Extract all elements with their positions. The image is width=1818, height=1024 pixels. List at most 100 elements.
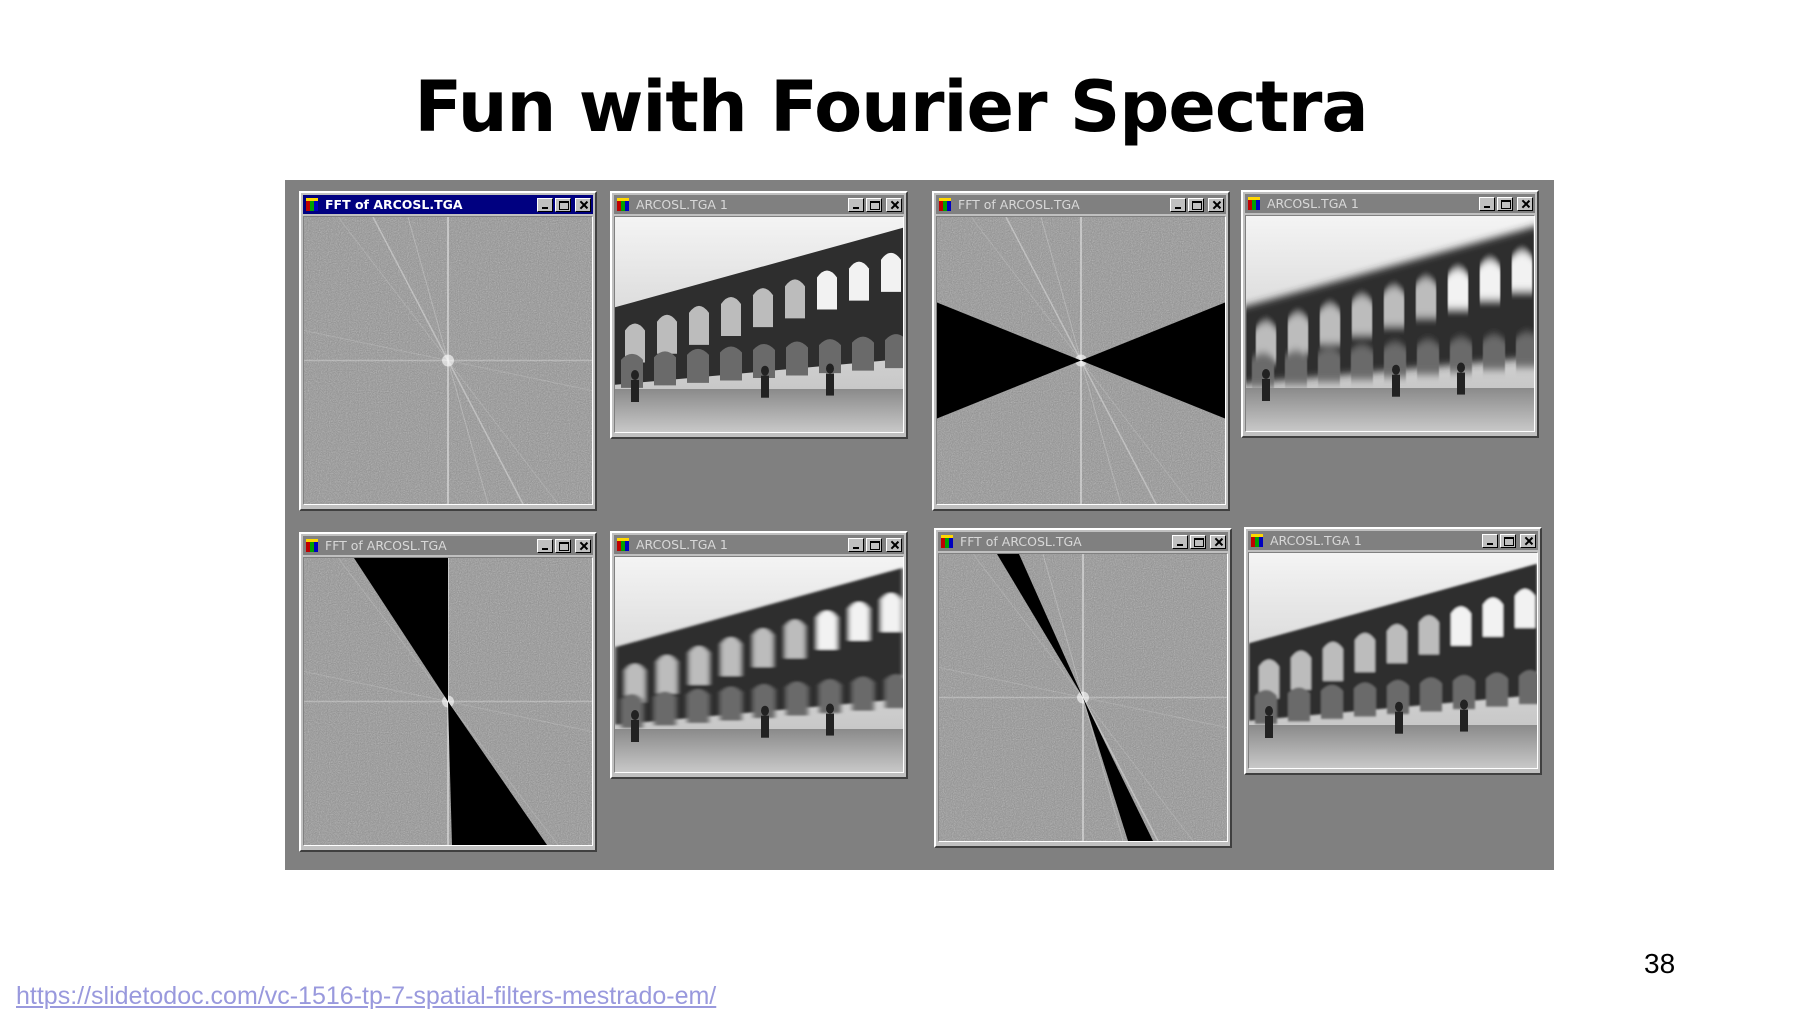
maximize-icon[interactable] bbox=[866, 197, 882, 212]
lower-arch bbox=[654, 351, 676, 386]
upper-arch bbox=[1515, 588, 1535, 628]
maximize-icon[interactable] bbox=[1190, 534, 1206, 549]
lower-arch bbox=[1420, 677, 1442, 712]
maximize-icon[interactable] bbox=[555, 197, 571, 212]
lower-arch bbox=[1417, 340, 1439, 375]
lower-arch bbox=[687, 688, 709, 723]
lower-arch bbox=[1318, 347, 1340, 382]
upper-arch bbox=[1355, 633, 1375, 673]
slide-title: Fun with Fourier Spectra bbox=[414, 66, 1368, 148]
fft-spectrum-canvas bbox=[303, 557, 593, 846]
pedestrian-head bbox=[631, 370, 639, 380]
upper-arch bbox=[689, 645, 709, 685]
close-icon[interactable] bbox=[1208, 197, 1224, 212]
upper-arch bbox=[1483, 597, 1503, 637]
fft-window[interactable]: FFT of ARCOSL.TGA bbox=[934, 528, 1232, 848]
minimize-icon[interactable] bbox=[1172, 534, 1188, 549]
close-icon[interactable] bbox=[886, 197, 902, 212]
close-icon[interactable] bbox=[575, 538, 591, 553]
fft-dc-peak bbox=[442, 354, 454, 367]
photo-canvas bbox=[614, 216, 904, 433]
pedestrian-body bbox=[1262, 379, 1270, 401]
photo-ground bbox=[615, 389, 903, 432]
upper-arch bbox=[657, 314, 677, 354]
upper-arch bbox=[849, 601, 869, 641]
image-window[interactable]: ARCOSL.TGA 1 bbox=[610, 191, 908, 439]
window-titlebar[interactable]: ARCOSL.TGA 1 bbox=[1245, 194, 1535, 213]
minimize-icon[interactable] bbox=[537, 197, 553, 212]
minimize-icon[interactable] bbox=[1482, 533, 1498, 548]
pedestrian-body bbox=[1457, 372, 1465, 395]
fft-window[interactable]: FFT of ARCOSL.TGA bbox=[299, 191, 597, 511]
image-window[interactable]: ARCOSL.TGA 1 bbox=[610, 531, 908, 779]
upper-arch bbox=[785, 619, 805, 659]
lower-arch bbox=[885, 674, 903, 709]
close-icon[interactable] bbox=[1210, 534, 1226, 549]
maximize-icon[interactable] bbox=[555, 538, 571, 553]
image-window[interactable]: ARCOSL.TGA 1 bbox=[1244, 527, 1542, 775]
upper-arch bbox=[721, 297, 741, 337]
pedestrian-body bbox=[631, 380, 639, 402]
pedestrian-body bbox=[1392, 374, 1400, 397]
close-icon[interactable] bbox=[1520, 533, 1536, 548]
fft-spectrum-canvas bbox=[303, 216, 593, 505]
minimize-icon[interactable] bbox=[848, 197, 864, 212]
maximize-icon[interactable] bbox=[866, 537, 882, 552]
window-title: FFT of ARCOSL.TGA bbox=[958, 197, 1080, 212]
pedestrian-head bbox=[1262, 369, 1270, 379]
photo-canvas bbox=[1248, 552, 1538, 769]
pedestrian-body bbox=[826, 373, 834, 396]
upper-arch bbox=[817, 610, 837, 650]
lower-arch bbox=[720, 346, 742, 381]
upper-arch bbox=[657, 654, 677, 694]
fft-spectrum-canvas bbox=[938, 553, 1228, 842]
paint-app-icon bbox=[941, 534, 953, 548]
pedestrian-head bbox=[761, 365, 769, 376]
pedestrian-head bbox=[1460, 699, 1468, 710]
fft-window[interactable]: FFT of ARCOSL.TGA bbox=[299, 532, 597, 852]
pedestrian-head bbox=[826, 363, 834, 374]
paint-app-icon bbox=[306, 197, 318, 211]
window-titlebar[interactable]: ARCOSL.TGA 1 bbox=[614, 535, 904, 554]
image-window[interactable]: ARCOSL.TGA 1 bbox=[1241, 190, 1539, 438]
upper-arch bbox=[1323, 641, 1343, 681]
upper-arch bbox=[1352, 296, 1372, 336]
upper-arch bbox=[1320, 304, 1340, 344]
paint-app-icon bbox=[617, 537, 629, 551]
window-titlebar[interactable]: ARCOSL.TGA 1 bbox=[614, 195, 904, 214]
maximize-icon[interactable] bbox=[1500, 533, 1516, 548]
minimize-icon[interactable] bbox=[1170, 197, 1186, 212]
upper-arch bbox=[1291, 650, 1311, 690]
paint-app-icon bbox=[939, 197, 951, 211]
minimize-icon[interactable] bbox=[1479, 196, 1495, 211]
pedestrian-head bbox=[1457, 362, 1465, 373]
window-title: FFT of ARCOSL.TGA bbox=[960, 534, 1082, 549]
lower-arch bbox=[885, 334, 903, 369]
window-titlebar[interactable]: FFT of ARCOSL.TGA bbox=[303, 195, 593, 214]
upper-arch bbox=[1480, 260, 1500, 300]
maximize-icon[interactable] bbox=[1497, 196, 1513, 211]
close-icon[interactable] bbox=[1517, 196, 1533, 211]
minimize-icon[interactable] bbox=[848, 537, 864, 552]
upper-arch bbox=[1416, 278, 1436, 318]
window-titlebar[interactable]: FFT of ARCOSL.TGA bbox=[303, 536, 593, 555]
window-titlebar[interactable]: FFT of ARCOSL.TGA bbox=[938, 532, 1228, 551]
window-titlebar[interactable]: FFT of ARCOSL.TGA bbox=[936, 195, 1226, 214]
close-icon[interactable] bbox=[575, 197, 591, 212]
pedestrian-body bbox=[1460, 709, 1468, 732]
lower-arch bbox=[654, 691, 676, 726]
pedestrian-head bbox=[631, 710, 639, 720]
maximize-icon[interactable] bbox=[1188, 197, 1204, 212]
window-titlebar[interactable]: ARCOSL.TGA 1 bbox=[1248, 531, 1538, 550]
window-title: FFT of ARCOSL.TGA bbox=[325, 197, 463, 212]
photo-ground bbox=[1249, 725, 1537, 768]
window-title: ARCOSL.TGA 1 bbox=[1270, 533, 1362, 548]
fft-window[interactable]: FFT of ARCOSL.TGA bbox=[932, 191, 1230, 511]
close-icon[interactable] bbox=[886, 537, 902, 552]
image-panel: FFT of ARCOSL.TGA ARCOSL.TGA 1 FFT of ARCO… bbox=[285, 180, 1554, 870]
source-link[interactable]: https://slidetodoc.com/vc-1516-tp-7-spat… bbox=[16, 982, 716, 1011]
lower-arch bbox=[1354, 682, 1376, 717]
minimize-icon[interactable] bbox=[537, 538, 553, 553]
pedestrian-body bbox=[1265, 716, 1273, 738]
lower-arch bbox=[1516, 333, 1534, 368]
